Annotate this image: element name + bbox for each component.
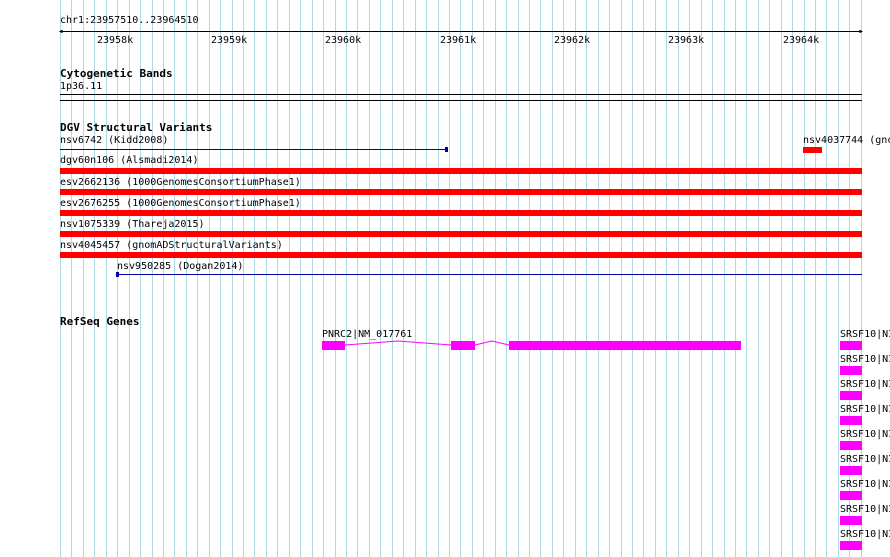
srsf10-exon[interactable] <box>840 516 862 525</box>
srsf10-exon[interactable] <box>840 366 862 375</box>
intron <box>474 340 510 346</box>
srsf10-exon[interactable] <box>840 491 862 500</box>
intron <box>344 340 452 346</box>
srsf10-label: SRSF10|NI <box>840 379 890 390</box>
srsf10-label: SRSF10|NI <box>840 479 890 490</box>
exon <box>509 341 741 350</box>
srsf10-exon[interactable] <box>840 541 862 550</box>
exon <box>322 341 345 350</box>
srsf10-label: SRSF10|NI <box>840 429 890 440</box>
srsf10-label: SRSF10|NI <box>840 504 890 515</box>
exon <box>451 341 475 350</box>
pnrc2-gene-model[interactable] <box>0 0 890 557</box>
srsf10-label: SRSF10|NI <box>840 454 890 465</box>
srsf10-exon[interactable] <box>840 416 862 425</box>
srsf10-label: SRSF10|NI <box>840 404 890 415</box>
srsf10-exon[interactable] <box>840 341 862 350</box>
srsf10-label: SRSF10|NI <box>840 329 890 340</box>
srsf10-exon[interactable] <box>840 441 862 450</box>
srsf10-exon[interactable] <box>840 391 862 400</box>
srsf10-exon[interactable] <box>840 466 862 475</box>
srsf10-label: SRSF10|NI <box>840 529 890 540</box>
srsf10-label: SRSF10|NI <box>840 354 890 365</box>
